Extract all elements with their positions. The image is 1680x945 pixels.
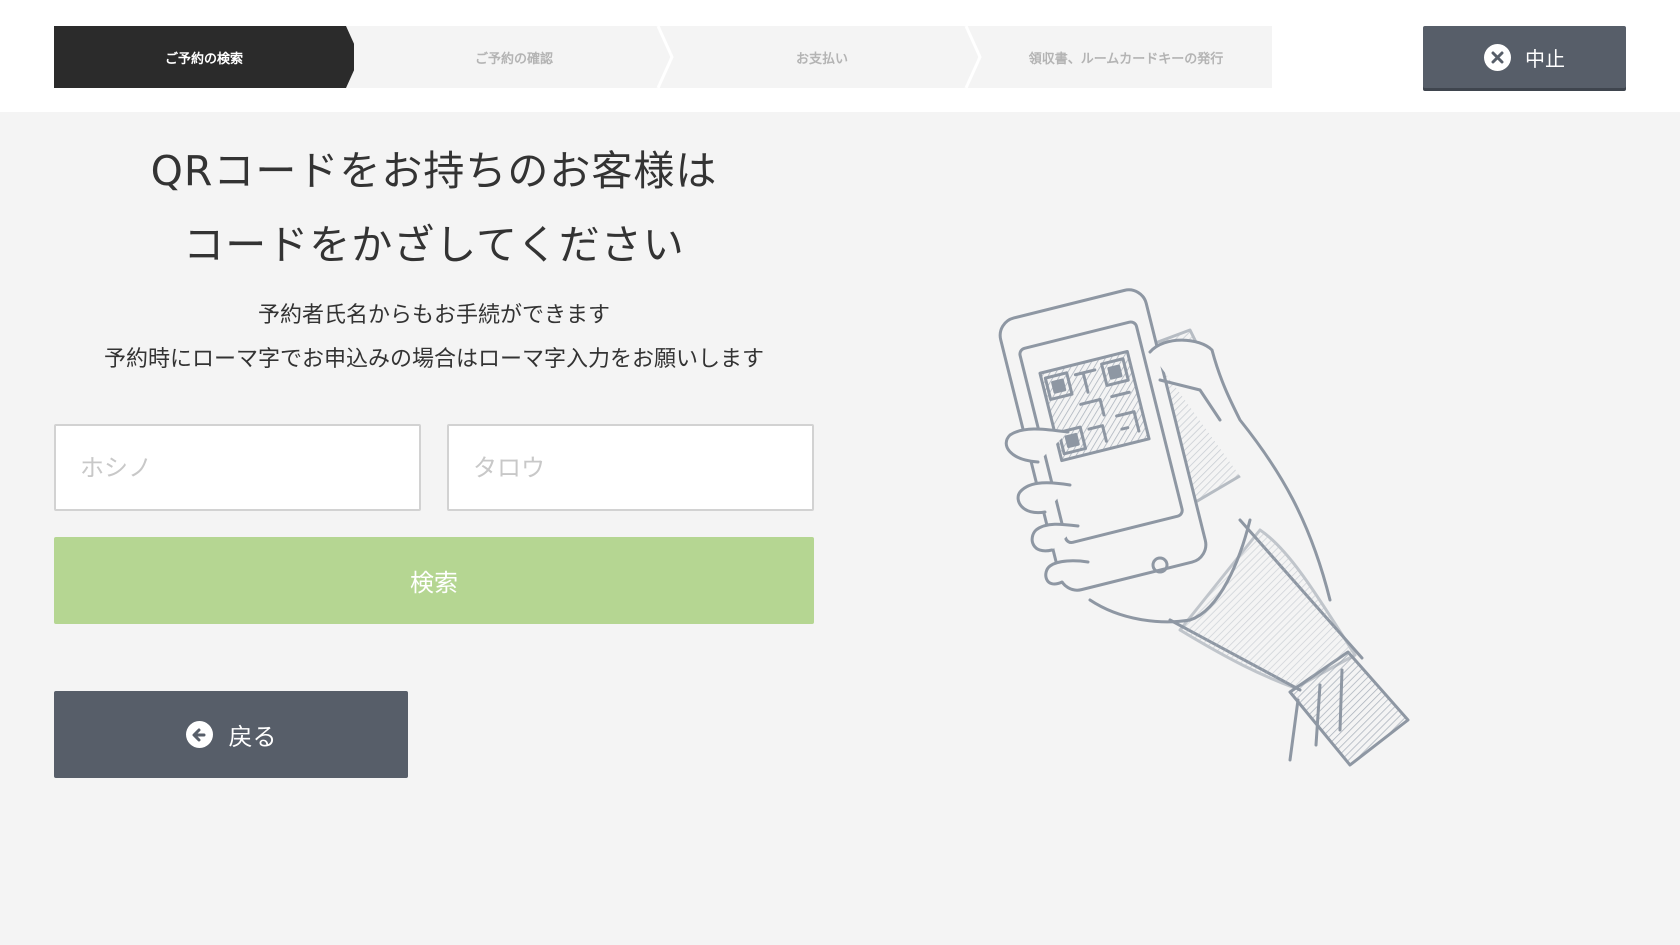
title-line-1: QRコードをお持ちのお客様は (150, 147, 718, 195)
cancel-label: 中止 (1525, 46, 1565, 71)
last-name-input[interactable] (54, 424, 421, 511)
step-confirm: ご予約の確認 (364, 26, 664, 88)
back-label: 戻る (228, 723, 277, 751)
step-label: 領収書、ルームカードキーの発行 (1028, 51, 1224, 67)
back-button[interactable]: 戻る (54, 691, 408, 778)
instruction-line-1: 予約者氏名からもお手続ができます (257, 303, 610, 328)
arrow-left-circle-icon (185, 721, 213, 748)
step-payment: お支払い (672, 26, 972, 88)
top-bar: ご予約の検索 ご予約の確認 お支払い 領収書、ルームカードキーの発行 中止 (0, 0, 1680, 112)
step-label: お支払い (795, 51, 848, 67)
search-label: 検索 (410, 569, 458, 597)
progress-steps: ご予約の検索 ご予約の確認 お支払い 領収書、ルームカードキーの発行 (54, 26, 1272, 88)
search-button[interactable]: 検索 (54, 537, 814, 624)
close-circle-icon (1484, 43, 1511, 71)
instructions: 予約者氏名からもお手続ができます 予約時にローマ字でお申込みの場合はローマ字入力… (54, 294, 814, 382)
page-title: QRコードをお持ちのお客様は コードをかざしてください (54, 134, 814, 282)
step-label: ご予約の検索 (164, 51, 243, 67)
step-label: ご予約の確認 (474, 51, 553, 67)
title-line-2: コードをかざしてください (183, 221, 685, 269)
cancel-button[interactable]: 中止 (1423, 26, 1626, 88)
step-receipt: 領収書、ルームカードキーの発行 (980, 26, 1272, 88)
first-name-input[interactable] (447, 424, 814, 511)
hand-holding-phone-qr-icon (998, 288, 1410, 767)
instruction-line-2: 予約時にローマ字でお申込みの場合はローマ字入力をお願いします (103, 347, 764, 372)
